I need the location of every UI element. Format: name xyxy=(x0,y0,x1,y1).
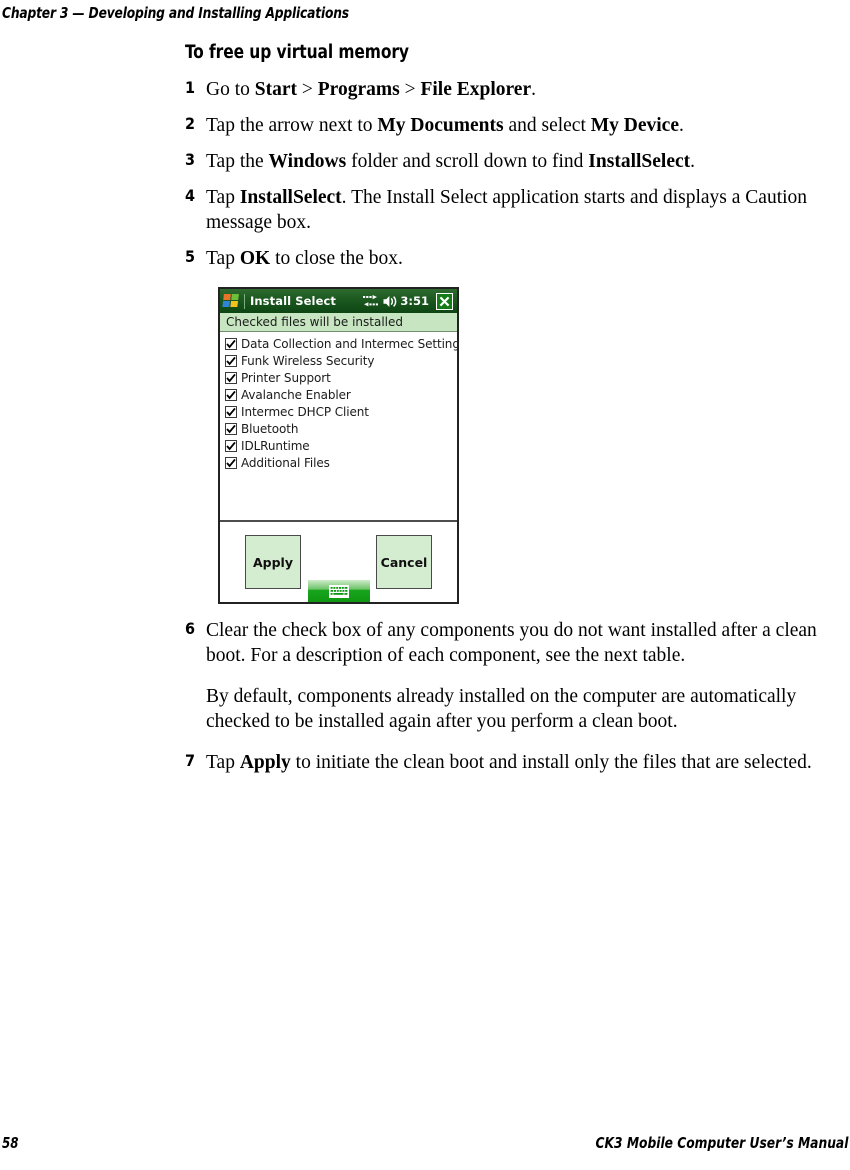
connectivity-icon[interactable] xyxy=(363,294,383,308)
checkbox-checked-icon[interactable] xyxy=(225,371,237,384)
step-text: Tap the Windows folder and scroll down t… xyxy=(206,151,695,172)
procedure-step: 6 Clear the check box of any components … xyxy=(185,618,845,668)
list-item-label: Bluetooth xyxy=(241,421,299,436)
list-item[interactable]: Additional Files xyxy=(225,454,457,471)
close-icon[interactable] xyxy=(436,292,453,310)
checkbox-checked-icon[interactable] xyxy=(225,388,237,401)
step-number: 5 xyxy=(185,247,196,266)
list-item-label: Printer Support xyxy=(241,370,331,385)
step-number: 6 xyxy=(185,619,196,638)
windows-flag-icon xyxy=(222,293,241,309)
list-item[interactable]: Funk Wireless Security xyxy=(225,352,457,369)
list-item[interactable]: Bluetooth xyxy=(225,420,457,437)
cancel-button[interactable]: Cancel xyxy=(376,535,432,589)
device-clock: 3:51 xyxy=(400,294,429,308)
list-item[interactable]: Intermec DHCP Client xyxy=(225,403,457,420)
list-item[interactable]: IDLRuntime xyxy=(225,437,457,454)
procedure-step: 1 Go to Start > Programs > File Explorer… xyxy=(185,77,845,102)
procedure-step: 3 Tap the Windows folder and scroll down… xyxy=(185,149,845,174)
step-number: 1 xyxy=(185,78,196,97)
list-item-label: Additional Files xyxy=(241,455,330,470)
step-text: Tap Apply to initiate the clean boot and… xyxy=(206,752,812,773)
procedure-step: 7 Tap Apply to initiate the clean boot a… xyxy=(185,750,845,775)
note-paragraph: By default, components already installed… xyxy=(206,686,797,732)
list-item[interactable]: Avalanche Enabler xyxy=(225,386,457,403)
component-list[interactable]: Data Collection and Intermec Settings Fu… xyxy=(220,332,457,522)
list-item-label: Funk Wireless Security xyxy=(241,353,375,368)
step-number: 2 xyxy=(185,114,196,133)
list-item-label: Intermec DHCP Client xyxy=(241,404,369,419)
sip-taskbar-button[interactable] xyxy=(307,580,370,602)
checkbox-checked-icon[interactable] xyxy=(225,456,237,469)
running-head-chapter: Chapter 3 — Developing and Installing Ap… xyxy=(2,4,349,22)
list-item[interactable]: Printer Support xyxy=(225,369,457,386)
page-content: To free up virtual memory 1 Go to Start … xyxy=(185,42,845,786)
procedure-step: 5 Tap OK to close the box. xyxy=(185,246,845,271)
procedure-step: 2 Tap the arrow next to My Documents and… xyxy=(185,113,845,138)
device-screenshot: Install Select 3:51 Checked files will b… xyxy=(218,287,459,604)
checkbox-checked-icon[interactable] xyxy=(225,337,237,350)
checkbox-checked-icon[interactable] xyxy=(225,405,237,418)
device-button-panel: Apply Cancel xyxy=(220,522,457,602)
page-footer: 58 CK3 Mobile Computer User’s Manual xyxy=(0,1132,850,1152)
section-heading: To free up virtual memory xyxy=(185,42,409,63)
step-text: Tap InstallSelect. The Install Select ap… xyxy=(206,187,808,233)
step-text: Clear the check box of any components yo… xyxy=(206,620,817,666)
apply-button[interactable]: Apply xyxy=(245,535,301,589)
device-titlebar: Install Select 3:51 xyxy=(220,289,457,313)
device-app-title: Install Select xyxy=(250,294,336,308)
checkbox-checked-icon[interactable] xyxy=(225,439,237,452)
step-number: 7 xyxy=(185,751,196,770)
list-item-label: Data Collection and Intermec Settings xyxy=(241,336,457,351)
step-number: 4 xyxy=(185,186,196,205)
list-item-label: Avalanche Enabler xyxy=(241,387,351,402)
list-item-label: IDLRuntime xyxy=(241,438,310,453)
step-text: Tap OK to close the box. xyxy=(206,248,403,269)
list-item[interactable]: Data Collection and Intermec Settings xyxy=(225,335,457,352)
figure-install-select: Install Select 3:51 Checked files will b… xyxy=(218,287,845,604)
page-number: 58 xyxy=(2,1134,19,1152)
instruction-banner: Checked files will be installed xyxy=(220,313,457,332)
step-text: Tap the arrow next to My Documents and s… xyxy=(206,115,684,136)
step-text: Go to Start > Programs > File Explorer. xyxy=(206,79,536,100)
step-number: 3 xyxy=(185,150,196,169)
titlebar-divider xyxy=(244,293,245,309)
checkbox-checked-icon[interactable] xyxy=(225,422,237,435)
keyboard-icon xyxy=(328,584,349,598)
checkbox-checked-icon[interactable] xyxy=(225,354,237,367)
procedure-step: 4 Tap InstallSelect. The Install Select … xyxy=(185,185,845,235)
speaker-icon[interactable] xyxy=(383,295,400,308)
manual-title: CK3 Mobile Computer User’s Manual xyxy=(595,1134,848,1152)
